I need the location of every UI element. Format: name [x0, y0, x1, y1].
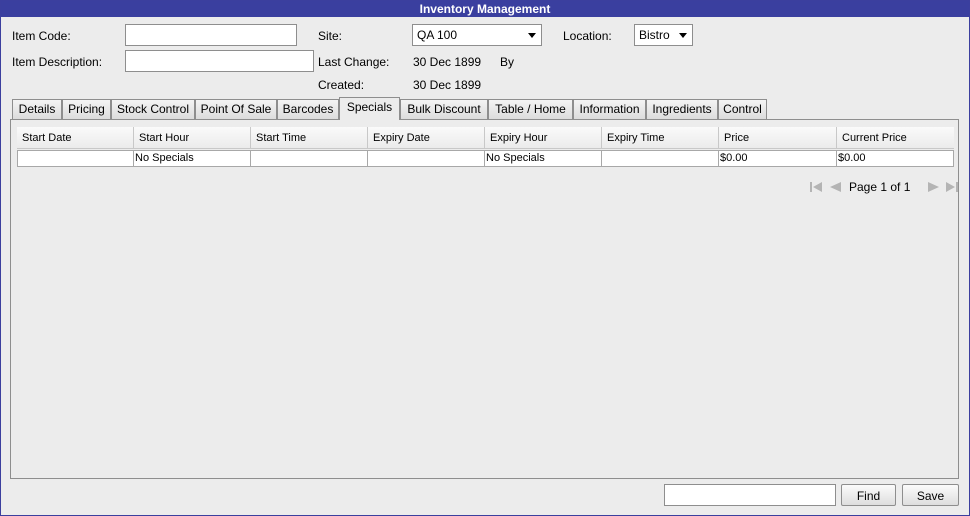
- save-button[interactable]: Save: [902, 484, 959, 506]
- created-value: 30 Dec 1899: [413, 78, 482, 92]
- tab-pricing[interactable]: Pricing: [62, 99, 111, 119]
- column-header-expiry-date[interactable]: Expiry Date: [368, 127, 485, 149]
- column-header-expiry-hour[interactable]: Expiry Hour: [485, 127, 602, 149]
- location-select[interactable]: Bistro: [634, 24, 693, 46]
- site-value: QA 100: [417, 28, 458, 42]
- column-header-start-time[interactable]: Start Time: [251, 127, 368, 149]
- tab-details[interactable]: Details: [12, 99, 62, 119]
- last-change-label: Last Change:: [318, 55, 390, 69]
- table-header: Start Date Start Hour Start Time Expiry …: [17, 127, 954, 149]
- table-cell: [602, 151, 719, 166]
- table-cell: No Specials: [134, 151, 251, 166]
- previous-page-icon[interactable]: [828, 181, 842, 193]
- tab-table-home[interactable]: Table / Home: [488, 99, 573, 119]
- item-code-label: Item Code:: [12, 29, 71, 43]
- column-header-start-hour[interactable]: Start Hour: [134, 127, 251, 149]
- last-page-icon[interactable]: [945, 181, 959, 193]
- tab-stock-control[interactable]: Stock Control: [111, 99, 195, 119]
- chevron-down-icon: [528, 33, 536, 38]
- site-label: Site:: [318, 29, 343, 43]
- window-title: Inventory Management: [1, 1, 969, 17]
- tab-ingredients[interactable]: Ingredients: [646, 99, 718, 119]
- location-label: Location:: [563, 29, 612, 43]
- page-indicator: Page 1 of 1: [849, 180, 911, 194]
- by-label: By: [500, 55, 515, 69]
- find-input[interactable]: [664, 484, 836, 506]
- pager: Page 1 of 1: [809, 179, 958, 195]
- column-header-start-date[interactable]: Start Date: [17, 127, 134, 149]
- item-code-input[interactable]: [125, 24, 297, 46]
- table-cell: $0.00: [838, 152, 866, 164]
- created-label: Created:: [318, 78, 365, 92]
- tab-control[interactable]: Control: [718, 99, 767, 119]
- item-description-label: Item Description:: [12, 55, 103, 69]
- location-value: Bistro: [639, 28, 670, 42]
- inventory-window: Inventory Management Item Code: Item Des…: [0, 0, 970, 516]
- column-header-expiry-time[interactable]: Expiry Time: [602, 127, 719, 149]
- specials-panel: Start Date Start Hour Start Time Expiry …: [10, 119, 959, 479]
- tab-information[interactable]: Information: [573, 99, 646, 119]
- find-button[interactable]: Find: [841, 484, 896, 506]
- column-header-current-price[interactable]: Current Price: [837, 127, 954, 149]
- table-row[interactable]: No Specials No Specials $0.00 $0.00: [17, 150, 954, 167]
- chevron-down-icon: [679, 33, 687, 38]
- first-page-icon[interactable]: [809, 181, 823, 193]
- tab-barcodes[interactable]: Barcodes: [277, 99, 339, 119]
- table-cell: [368, 151, 485, 166]
- table-cell: [251, 151, 368, 166]
- tab-bulk-discount[interactable]: Bulk Discount: [400, 99, 488, 119]
- site-select[interactable]: QA 100: [412, 24, 542, 46]
- item-description-input[interactable]: [125, 50, 314, 72]
- next-page-icon[interactable]: [927, 181, 941, 193]
- last-change-value: 30 Dec 1899: [413, 55, 482, 69]
- column-header-price[interactable]: Price: [719, 127, 837, 149]
- tab-point-of-sale[interactable]: Point Of Sale: [195, 99, 277, 119]
- table-cell: [18, 151, 134, 166]
- tab-specials[interactable]: Specials: [339, 97, 400, 120]
- table-cell: No Specials: [485, 151, 602, 166]
- table-cell: $0.00: [719, 151, 837, 166]
